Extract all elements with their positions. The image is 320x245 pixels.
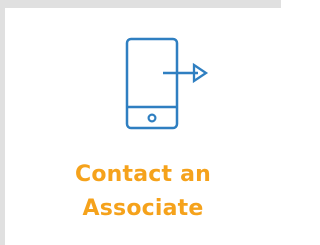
label-line-2: Associate: [82, 196, 204, 221]
contact-associate-link[interactable]: Contact an Associate: [5, 8, 281, 245]
mobile-phone-arrow-icon: [120, 35, 216, 131]
contact-associate-card: Contact an Associate: [0, 0, 281, 245]
contact-associate-label: Contact an Associate: [5, 158, 281, 226]
label-line-1: Contact an: [74, 162, 211, 187]
card-top-border: [0, 0, 281, 8]
